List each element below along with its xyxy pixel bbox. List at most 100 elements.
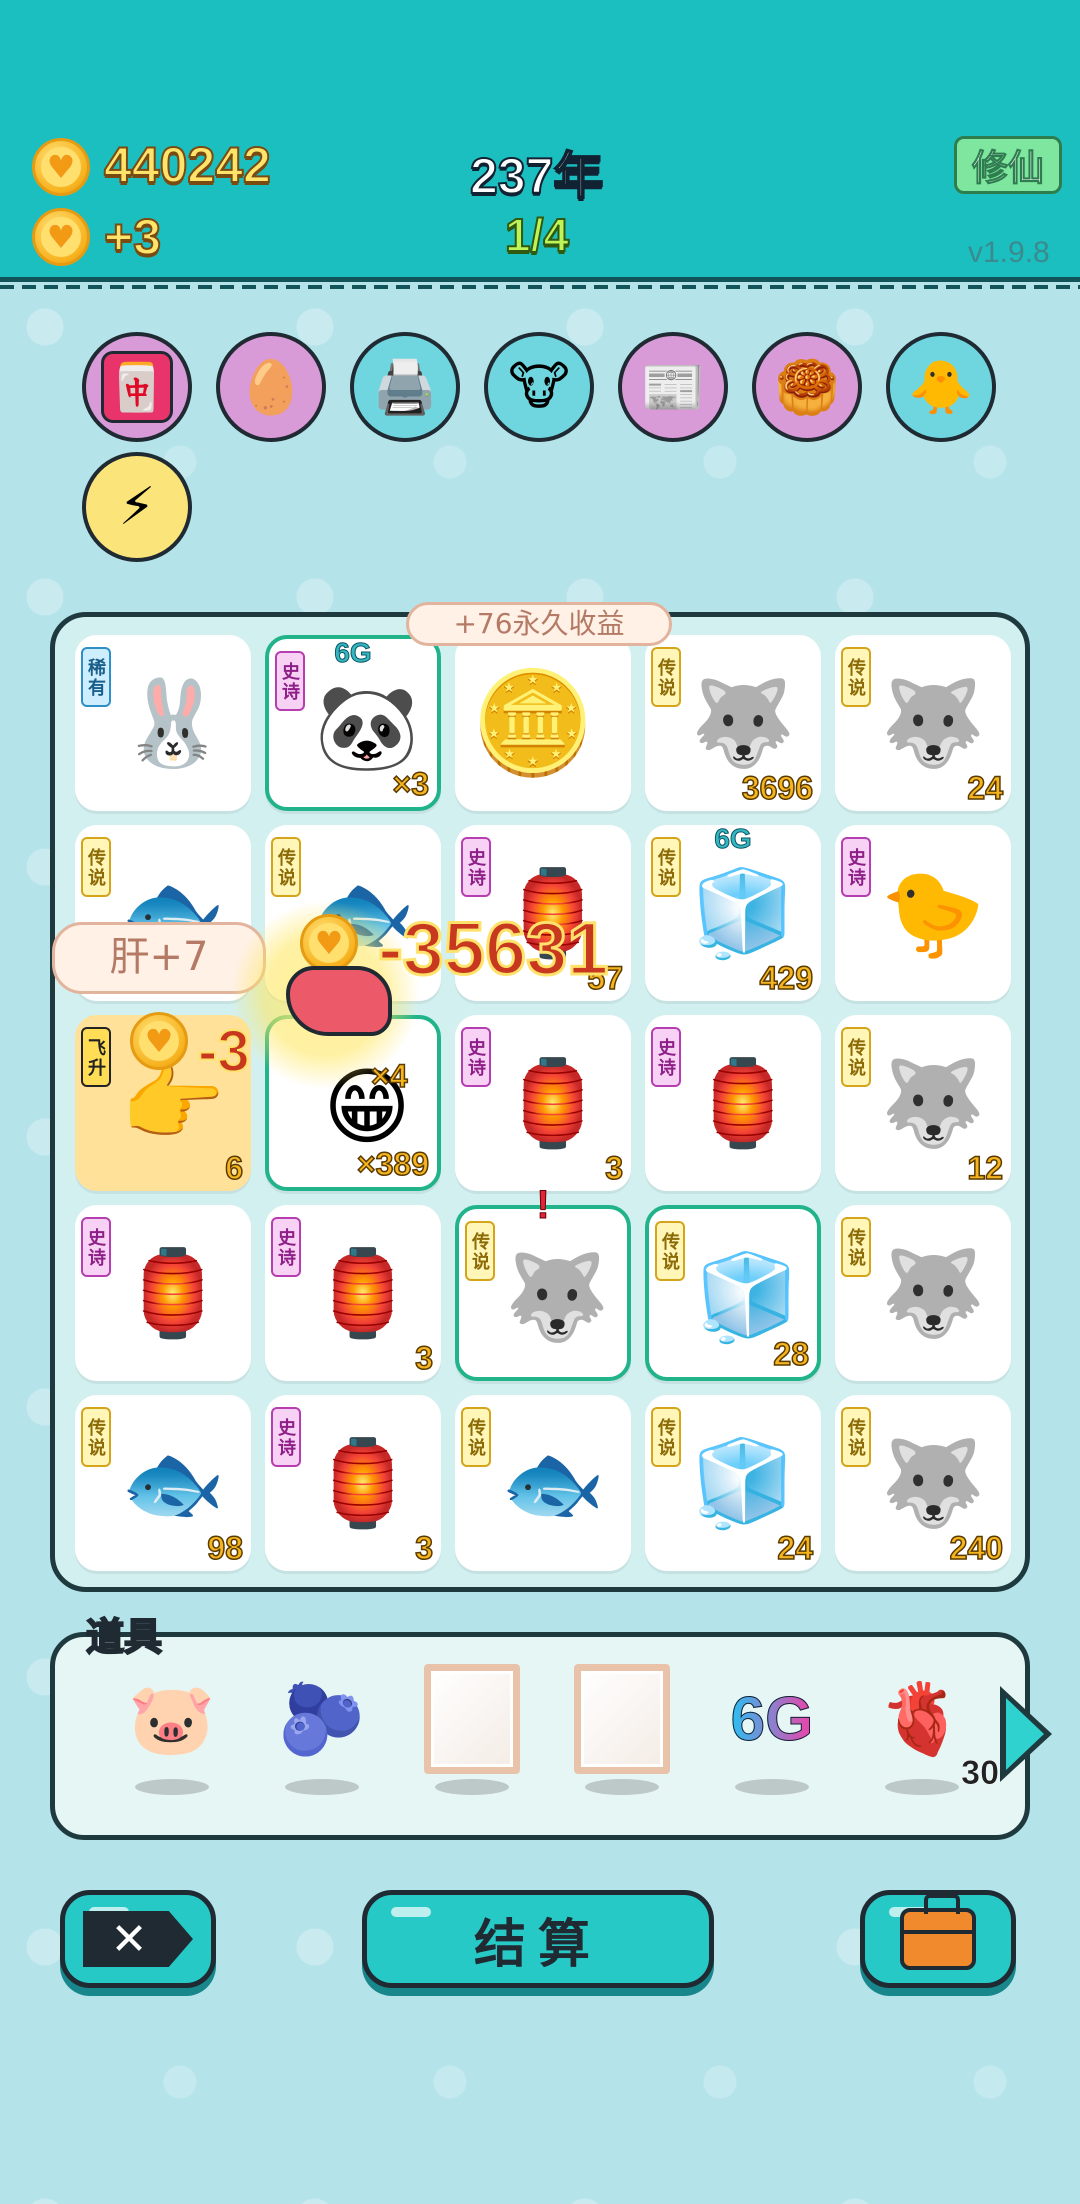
- board-cell[interactable]: 6G 传说 🧊 429: [645, 823, 821, 1001]
- top-bar: ♥ 440242 ♥ +3 237年 1/4 修仙 v1.9.8: [0, 0, 1080, 289]
- board-cell[interactable]: 史诗 🏮 3: [265, 1205, 441, 1381]
- blueberry-icon: 🫐: [278, 1677, 366, 1760]
- chick-icon: 🐥: [908, 357, 974, 418]
- rarity-tag: 史诗: [271, 1217, 301, 1277]
- rarity-tag: 史诗: [81, 1217, 111, 1277]
- cell-count: 429: [759, 959, 814, 997]
- coin-icon: ♥: [130, 1012, 188, 1070]
- coin-pile-icon: 🪙: [470, 664, 596, 781]
- item-slot[interactable]: 🫐: [267, 1667, 377, 1797]
- rarity-tag: 史诗: [461, 837, 491, 897]
- rarity-tag: 传说: [651, 837, 681, 897]
- board-cell[interactable]: 史诗 🏮 3: [455, 1015, 631, 1191]
- husky-king-icon: 🐺: [690, 673, 796, 772]
- rarity-tag: 史诗: [271, 1407, 301, 1467]
- item-slot[interactable]: [417, 1664, 527, 1797]
- exit-button[interactable]: ✕: [60, 1890, 216, 1988]
- board-cell[interactable]: 传说 🐺 240: [835, 1395, 1011, 1571]
- board-cell[interactable]: 传说 🧊 28: [645, 1205, 821, 1381]
- item-shadow: [885, 1779, 959, 1795]
- board-cell[interactable]: 🪙: [455, 635, 631, 811]
- item-shadow: [735, 1779, 809, 1795]
- rarity-tag: 传说: [81, 1407, 111, 1467]
- chick-face-icon: 🐤: [880, 863, 986, 962]
- egg-icon: 🥚: [238, 357, 304, 418]
- board-cell[interactable]: 传说 🐺 3696: [645, 635, 821, 811]
- rarity-tag: 史诗: [275, 651, 305, 711]
- lightning-skill-icon[interactable]: ⚡: [82, 452, 192, 562]
- cell-count: 3: [414, 1529, 433, 1567]
- piggy-bank-icon: 🐷: [128, 1677, 216, 1760]
- rarity-tag: 史诗: [841, 837, 871, 897]
- board-cell[interactable]: 稀有 🐰: [75, 635, 251, 811]
- board-cell[interactable]: ! 传说 🐺: [455, 1183, 631, 1381]
- damage-popup: -35631: [376, 906, 609, 992]
- board-cell[interactable]: 传说 🐺 24: [835, 635, 1011, 811]
- item-shadow: [135, 1779, 209, 1795]
- item-slot[interactable]: 6G: [717, 1667, 827, 1797]
- rabbit-house-icon: 🏮: [310, 1243, 416, 1342]
- koi-fish-icon: 🐟: [500, 1433, 606, 1532]
- liver-icon: [286, 966, 392, 1036]
- board-cell[interactable]: 史诗 🏮 3: [265, 1395, 441, 1571]
- game-board: 稀有 🐰 6G 史诗 🐼 ×3 🪙 传说 🐺 3696 传说 🐺 24 传说 🐟…: [50, 612, 1030, 1592]
- rabbit-house-icon: 🏮: [120, 1243, 226, 1342]
- board-cell[interactable]: 传说 🐺 12: [835, 1015, 1011, 1191]
- rarity-tag: 飞升: [81, 1027, 111, 1087]
- item-shadow: [435, 1779, 509, 1795]
- rarity-tag: 传说: [651, 647, 681, 707]
- permanent-income-bubble: +76永久收益: [406, 602, 672, 646]
- rarity-tag: 史诗: [461, 1027, 491, 1087]
- rabbit-house-icon: 🏮: [310, 1433, 416, 1532]
- item-slot[interactable]: [567, 1664, 677, 1797]
- magazine-icon: 📰: [640, 357, 706, 418]
- liver-icon: 🫀: [878, 1677, 966, 1760]
- cell-count: ×3: [392, 765, 430, 803]
- stage-progress: 1/4: [504, 208, 570, 262]
- cell-count: 3: [604, 1149, 623, 1187]
- board-cell[interactable]: 传说 🐺: [835, 1205, 1011, 1381]
- board-cell[interactable]: 传说 🐟: [455, 1395, 631, 1571]
- rarity-tag: 稀有: [81, 647, 111, 707]
- cows-skill-icon[interactable]: 🐮: [484, 332, 594, 442]
- board-cell[interactable]: 传说 🧊 24: [645, 1395, 821, 1571]
- time-magazine-skill-icon[interactable]: 📰: [618, 332, 728, 442]
- rarity-tag: 传说: [465, 1221, 495, 1281]
- board-cell[interactable]: 史诗 🏮: [75, 1205, 251, 1381]
- cell-count: 3696: [741, 769, 814, 807]
- husky-king-icon: 🐺: [880, 1053, 986, 1152]
- item-slot[interactable]: 🐷: [117, 1667, 227, 1797]
- mahjong-skill-icon[interactable]: 🀄: [82, 332, 192, 442]
- cell-count: 28: [773, 1335, 810, 1373]
- item-slot[interactable]: 🫀 30: [867, 1667, 999, 1797]
- egg-skill-icon[interactable]: 🥚: [216, 332, 326, 442]
- settle-button[interactable]: 结算: [362, 1890, 714, 1988]
- rarity-tag: 传说: [461, 1407, 491, 1467]
- koi-fish-icon: 🐟: [120, 1433, 226, 1532]
- small-damage-popup: -3: [197, 1018, 251, 1085]
- board-cell[interactable]: 史诗 🏮: [645, 1015, 821, 1191]
- cell-count: 24: [777, 1529, 814, 1567]
- rarity-tag: 传说: [841, 647, 871, 707]
- chick-skill-icon[interactable]: 🐥: [886, 332, 996, 442]
- printer-skill-icon[interactable]: 🖨️: [350, 332, 460, 442]
- cell-count: 3: [414, 1339, 433, 1377]
- cell-count: ×389: [356, 1145, 430, 1183]
- picture-frame-icon: [420, 1664, 524, 1774]
- board-cell[interactable]: 6G 史诗 🐼 ×3: [265, 635, 441, 811]
- bag-button[interactable]: [860, 1890, 1016, 1988]
- printer-icon: 🖨️: [372, 357, 438, 418]
- item-shadow: [285, 1779, 359, 1795]
- items-panel: 🐷 🫐 6G 🫀 30: [50, 1632, 1030, 1840]
- slingshot-skill-icon[interactable]: 🥮: [752, 332, 862, 442]
- xiuxian-button[interactable]: 修仙: [954, 136, 1062, 194]
- next-page-arrow-icon[interactable]: [1000, 1686, 1052, 1782]
- rarity-tag: 传说: [841, 1407, 871, 1467]
- board-cell[interactable]: 史诗 🐤: [835, 825, 1011, 1001]
- board-cell[interactable]: 传说 🐟 98: [75, 1395, 251, 1571]
- rabbit-house-icon: 🏮: [690, 1053, 796, 1152]
- rarity-tag: 传说: [81, 837, 111, 897]
- rarity-tag: 传说: [271, 837, 301, 897]
- close-icon: ✕: [83, 1911, 193, 1967]
- cell-count: 12: [967, 1149, 1004, 1187]
